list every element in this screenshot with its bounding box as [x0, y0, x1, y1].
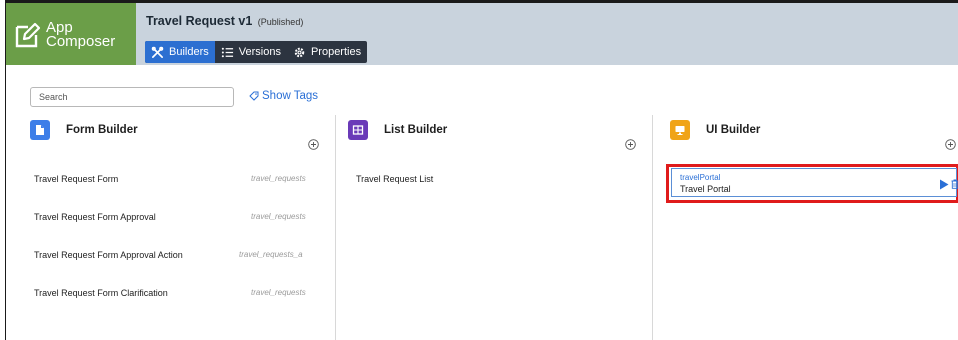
list-item[interactable]: Travel Request List — [356, 174, 636, 188]
builder-nav: Builders Versions Properties — [145, 41, 368, 63]
app-name: Travel Request v1 — [146, 14, 253, 28]
app-window: App Composer Travel Request v1 (Publishe… — [5, 0, 958, 340]
ui-portal-name: Travel Portal — [680, 184, 731, 194]
app-composer-logo[interactable]: App Composer — [6, 3, 136, 65]
tools-icon — [151, 46, 164, 58]
tag-icon — [249, 91, 259, 101]
gear-icon — [294, 47, 305, 57]
app-header: App Composer Travel Request v1 (Publishe… — [6, 3, 958, 65]
ui-portal-key: travelPortal — [680, 173, 721, 182]
panel-divider — [335, 115, 336, 340]
form-name: Travel Request Form Approval — [34, 212, 156, 222]
tab-versions[interactable]: Versions — [215, 41, 287, 63]
edit-icon — [15, 22, 41, 48]
show-tags-button[interactable]: Show Tags — [249, 90, 318, 102]
add-ui-icon[interactable] — [945, 139, 956, 150]
tab-builders[interactable]: Builders — [145, 41, 215, 63]
tab-builders-label: Builders — [169, 46, 209, 58]
list-item[interactable]: Travel Request Form Approval Action trav… — [34, 250, 329, 264]
add-form-icon[interactable] — [308, 139, 319, 150]
form-builder-title: Form Builder — [66, 124, 138, 136]
tab-properties-label: Properties — [310, 46, 362, 58]
grid-icon — [352, 125, 364, 135]
form-name: Travel Request Form Clarification — [34, 288, 168, 298]
form-builder-header: Form Builder — [30, 120, 330, 150]
tab-properties[interactable]: Properties — [287, 41, 367, 63]
ui-builder-title: UI Builder — [706, 124, 761, 136]
form-table: travel_requests_a — [239, 250, 303, 259]
logo-text: App Composer — [46, 20, 116, 50]
form-builder-badge — [30, 120, 50, 140]
show-tags-label: Show Tags — [262, 90, 319, 102]
form-table: travel_requests — [251, 212, 306, 221]
ui-portal-item[interactable]: travelPortal Travel Portal — [671, 168, 958, 197]
form-table: travel_requests — [251, 288, 306, 297]
panel-divider — [652, 115, 653, 340]
form-name: Travel Request Form Approval Action — [34, 250, 183, 260]
ui-portal-card[interactable]: travelPortal Travel Portal — [666, 164, 958, 203]
search-input[interactable] — [30, 87, 234, 107]
publish-status: (Published) — [257, 17, 304, 27]
ui-builder-badge — [670, 120, 690, 140]
form-name: Travel Request Form — [34, 174, 119, 184]
ui-builder-header: UI Builder — [670, 120, 940, 150]
list-item[interactable]: Travel Request Form Approval travel_requ… — [34, 212, 329, 226]
list-builder-badge — [348, 120, 368, 140]
list-builder-header: List Builder — [348, 120, 638, 150]
list-name: Travel Request List — [356, 174, 434, 184]
list-item[interactable]: Travel Request Form Clarification travel… — [34, 288, 329, 302]
trash-icon[interactable] — [951, 179, 958, 189]
list-builder-title: List Builder — [384, 124, 448, 136]
monitor-icon — [675, 126, 685, 135]
app-title: Travel Request v1 (Published) — [146, 14, 303, 28]
logo-line-2: Composer — [46, 33, 116, 50]
tab-versions-label: Versions — [238, 46, 281, 58]
document-icon — [36, 125, 44, 135]
play-icon[interactable] — [939, 179, 949, 190]
form-table: travel_requests — [251, 174, 306, 183]
list-icon — [221, 47, 233, 57]
add-list-icon[interactable] — [625, 139, 636, 150]
list-item[interactable]: Travel Request Form travel_requests — [34, 174, 329, 188]
